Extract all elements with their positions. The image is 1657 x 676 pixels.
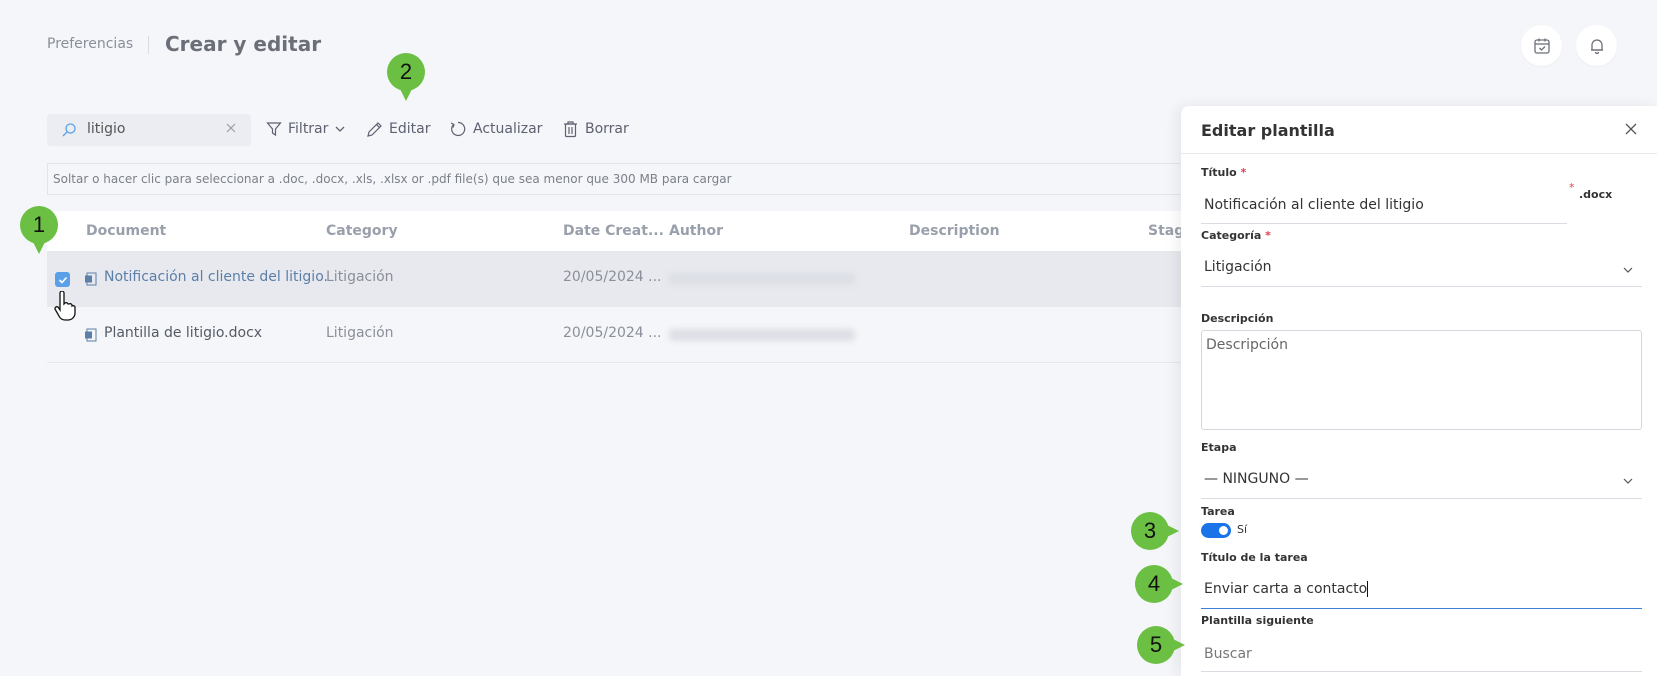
trash-icon xyxy=(564,121,577,138)
category-select[interactable]: Litigación xyxy=(1201,252,1642,287)
clear-search-icon[interactable] xyxy=(224,121,238,135)
column-author[interactable]: Author xyxy=(669,223,723,239)
task-label: Tarea xyxy=(1201,505,1235,518)
notifications-button[interactable] xyxy=(1576,25,1617,66)
extension-required-mark: * xyxy=(1569,181,1575,194)
stage-label: Etapa xyxy=(1201,441,1237,454)
check-icon xyxy=(58,276,67,284)
edit-template-panel: Editar plantilla Título * Notificación a… xyxy=(1181,106,1657,676)
search-input[interactable]: litigio xyxy=(87,121,126,137)
task-toggle-label: Sí xyxy=(1237,523,1248,536)
column-document[interactable]: Document xyxy=(86,223,166,239)
step-marker-2: 2 xyxy=(387,53,425,101)
task-title-value: Enviar carta a contacto xyxy=(1204,581,1368,597)
refresh-button[interactable]: Actualizar xyxy=(449,118,542,140)
toggle-knob xyxy=(1219,526,1228,535)
calendar-check-icon xyxy=(1533,38,1550,54)
stage-value: — NINGUNO — xyxy=(1204,471,1309,487)
row-category: Litigación xyxy=(326,325,394,341)
word-file-icon xyxy=(85,328,97,342)
stage-select[interactable]: — NINGUNO — xyxy=(1201,461,1642,499)
step-marker-1: 1 xyxy=(20,206,58,254)
filter-icon xyxy=(266,122,282,137)
chevron-down-icon xyxy=(1623,478,1633,484)
edit-label: Editar xyxy=(389,121,431,137)
step-marker-3: 3 xyxy=(1131,512,1179,550)
breadcrumb-separator xyxy=(148,36,149,54)
next-template-placeholder: Buscar xyxy=(1204,646,1252,662)
column-date-created[interactable]: Date Creat... xyxy=(563,223,664,239)
task-title-input[interactable]: Enviar carta a contacto xyxy=(1201,571,1642,609)
page-title: Crear y editar xyxy=(165,32,322,56)
text-cursor xyxy=(1367,581,1369,597)
row-document-link[interactable]: Notificación al cliente del litigio. xyxy=(104,269,328,285)
step-marker-4: 4 xyxy=(1135,565,1183,603)
panel-title: Editar plantilla xyxy=(1201,121,1335,140)
category-label: Categoría * xyxy=(1201,229,1271,242)
column-description[interactable]: Description xyxy=(909,223,1000,239)
row-document-link[interactable]: Plantilla de litigio.docx xyxy=(104,325,262,341)
description-label: Descripción xyxy=(1201,312,1274,325)
row-category: Litigación xyxy=(326,269,394,285)
filter-label: Filtrar xyxy=(288,121,329,137)
table-header: Document Category Date Creat... Author D… xyxy=(47,211,1187,251)
filter-button[interactable]: Filtrar xyxy=(266,118,346,140)
refresh-label: Actualizar xyxy=(473,121,543,137)
table-row[interactable]: Plantilla de litigio.docx Litigación 20/… xyxy=(47,307,1187,363)
table-row[interactable]: Notificación al cliente del litigio. Lit… xyxy=(47,251,1187,321)
word-file-icon xyxy=(85,272,97,286)
row-date: 20/05/2024 ... xyxy=(563,269,662,285)
title-input[interactable]: Notificación al cliente del litigio xyxy=(1201,189,1567,224)
delete-label: Borrar xyxy=(585,121,629,137)
calendar-button[interactable] xyxy=(1521,25,1562,66)
step-marker-5: 5 xyxy=(1137,626,1185,664)
search-box[interactable]: litigio xyxy=(47,114,251,146)
title-value: Notificación al cliente del litigio xyxy=(1204,197,1424,213)
task-title-label: Título de la tarea xyxy=(1201,551,1308,564)
search-icon xyxy=(62,123,76,137)
file-extension: .docx xyxy=(1579,188,1613,201)
page-header: Preferencias Crear y editar xyxy=(0,0,1657,90)
description-placeholder: Descripción xyxy=(1206,337,1288,353)
row-checkbox[interactable] xyxy=(55,272,70,287)
chevron-down-icon xyxy=(1623,267,1633,273)
title-label: Título * xyxy=(1201,166,1247,179)
row-author-redacted xyxy=(669,329,855,341)
task-toggle[interactable] xyxy=(1201,523,1231,538)
bell-icon xyxy=(1590,38,1603,54)
next-template-label: Plantilla siguiente xyxy=(1201,614,1314,627)
close-icon[interactable] xyxy=(1625,123,1637,135)
file-dropzone[interactable]: Soltar o hacer clic para seleccionar a .… xyxy=(47,163,1187,195)
column-category[interactable]: Category xyxy=(326,223,398,239)
panel-header: Editar plantilla xyxy=(1181,106,1657,154)
column-stage[interactable]: Stag xyxy=(1148,223,1184,239)
breadcrumb-preferences[interactable]: Preferencias xyxy=(47,36,133,52)
refresh-icon xyxy=(450,121,466,137)
next-template-search[interactable]: Buscar xyxy=(1201,634,1642,672)
edit-button[interactable]: Editar xyxy=(366,118,430,140)
row-date: 20/05/2024 ... xyxy=(563,325,662,341)
chevron-down-icon xyxy=(335,126,345,132)
dropzone-text: Soltar o hacer clic para seleccionar a .… xyxy=(53,172,732,186)
delete-button[interactable]: Borrar xyxy=(562,118,629,140)
description-textarea[interactable]: Descripción xyxy=(1201,330,1642,430)
row-author-redacted xyxy=(669,273,855,285)
category-value: Litigación xyxy=(1204,259,1272,275)
pencil-icon xyxy=(367,121,382,137)
